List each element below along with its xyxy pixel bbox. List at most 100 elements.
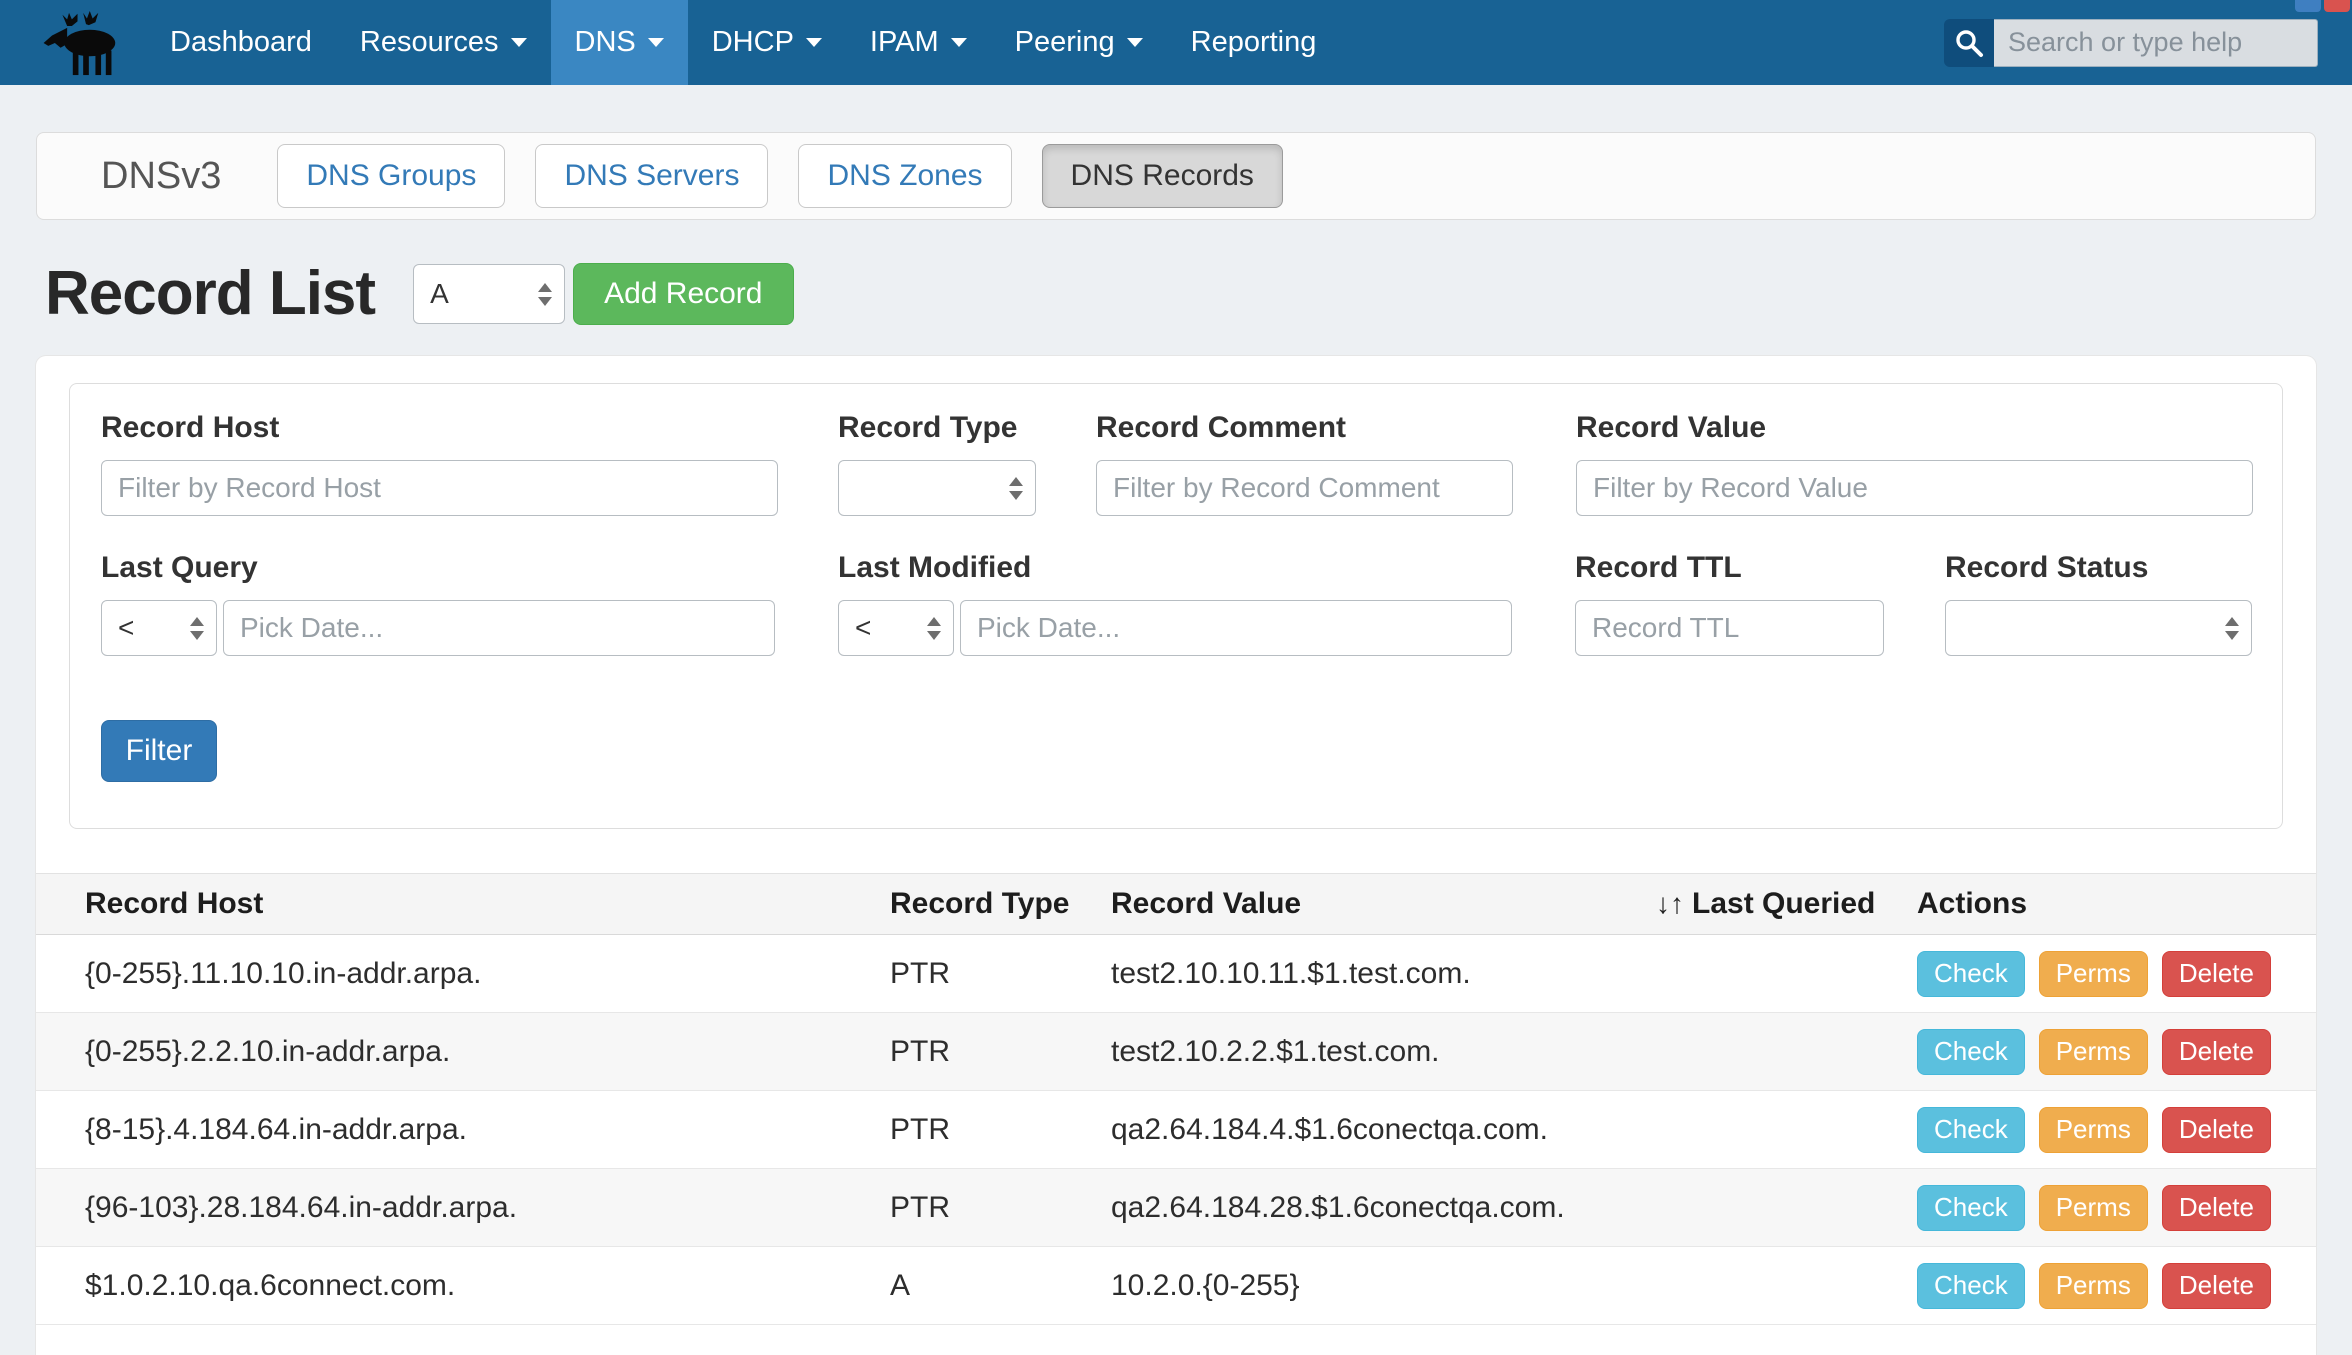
- perms-button[interactable]: Perms: [2039, 951, 2148, 997]
- nav-item-label: Reporting: [1191, 26, 1317, 59]
- tab-dns-zones[interactable]: DNS Zones: [798, 144, 1011, 208]
- cell-record-value: test2.10.2.2.$1.test.com.: [1111, 1035, 1656, 1069]
- subnav-title: DNSv3: [101, 155, 221, 198]
- filter-button[interactable]: Filter: [101, 720, 217, 782]
- record-value-filter-input[interactable]: [1576, 460, 2253, 516]
- clipped-red-badge: [2324, 0, 2350, 12]
- perms-button[interactable]: Perms: [2039, 1107, 2148, 1153]
- clipped-blue-badge: [2295, 0, 2321, 12]
- cell-record-value: qa2.64.184.4.$1.6conectqa.com.: [1111, 1113, 1656, 1147]
- add-record-button[interactable]: Add Record: [573, 263, 793, 325]
- cell-record-type: PTR: [890, 1035, 1111, 1069]
- last-query-operator-value: <: [118, 612, 134, 644]
- perms-button[interactable]: Perms: [2039, 1185, 2148, 1231]
- nav-item-peering[interactable]: Peering: [991, 0, 1167, 85]
- cell-actions: Check Perms Delete: [1917, 951, 2316, 997]
- search-icon[interactable]: [1944, 19, 1994, 67]
- delete-button[interactable]: Delete: [2162, 1263, 2271, 1309]
- caret-down-icon: [951, 38, 967, 47]
- nav-item-label: Dashboard: [170, 26, 312, 59]
- check-button[interactable]: Check: [1917, 1185, 2025, 1231]
- last-queried-header-label: Last Queried: [1692, 887, 1875, 921]
- record-ttl-label: Record TTL: [1575, 550, 1884, 586]
- cell-record-type: PTR: [890, 1113, 1111, 1147]
- record-value-label: Record Value: [1576, 410, 2253, 446]
- caret-down-icon: [648, 38, 664, 47]
- table-row: {0-255}.11.10.10.in-addr.arpa.PTRtest2.1…: [36, 935, 2316, 1013]
- cell-actions: Check Perms Delete: [1917, 1263, 2316, 1309]
- check-button[interactable]: Check: [1917, 1029, 2025, 1075]
- check-button[interactable]: Check: [1917, 1263, 2025, 1309]
- cell-record-host: {96-103}.28.184.64.in-addr.arpa.: [36, 1191, 890, 1225]
- nav-item-resources[interactable]: Resources: [336, 0, 551, 85]
- caret-down-icon: [511, 38, 527, 47]
- last-modified-operator-value: <: [855, 612, 871, 644]
- nav-item-reporting[interactable]: Reporting: [1167, 0, 1341, 85]
- col-header-actions: Actions: [1917, 887, 2316, 921]
- table-header-row: Record Host Record Type Record Value ↓↑ …: [36, 873, 2316, 935]
- cell-record-value: qa2.64.184.28.$1.6conectqa.com.: [1111, 1191, 1656, 1225]
- last-query-label: Last Query: [101, 550, 775, 586]
- delete-button[interactable]: Delete: [2162, 1185, 2271, 1231]
- cell-actions: Check Perms Delete: [1917, 1107, 2316, 1153]
- cell-record-value: 10.2.0.{0-255}: [1111, 1269, 1656, 1303]
- perms-button[interactable]: Perms: [2039, 1263, 2148, 1309]
- nav-item-label: DNS: [575, 26, 636, 59]
- table-row: {0-255}.2.2.10.in-addr.arpa.PTRtest2.10.…: [36, 1013, 2316, 1091]
- perms-button[interactable]: Perms: [2039, 1029, 2148, 1075]
- delete-button[interactable]: Delete: [2162, 1029, 2271, 1075]
- select-stepper-icon: [927, 617, 941, 640]
- record-type-select[interactable]: A: [413, 264, 565, 324]
- dns-tabs: DNS Groups DNS Servers DNS Zones DNS Record…: [277, 144, 1313, 208]
- delete-button[interactable]: Delete: [2162, 1107, 2271, 1153]
- records-table: Record Host Record Type Record Value ↓↑ …: [36, 873, 2316, 1325]
- tab-dns-servers[interactable]: DNS Servers: [535, 144, 768, 208]
- nav-item-ipam[interactable]: IPAM: [846, 0, 991, 85]
- cell-record-host: {0-255}.2.2.10.in-addr.arpa.: [36, 1035, 890, 1069]
- cell-record-type: PTR: [890, 957, 1111, 991]
- last-modified-date-input[interactable]: [960, 600, 1512, 656]
- nav-item-label: Peering: [1015, 26, 1115, 59]
- select-stepper-icon: [190, 617, 204, 640]
- nav-items: Dashboard Resources DNS DHCP IPAM Peering Repo…: [146, 0, 1340, 85]
- record-type-label: Record Type: [838, 410, 1036, 446]
- dns-subnav: DNSv3 DNS GroupsDNS ServersDNS ZonesDNS …: [36, 132, 2316, 220]
- check-button[interactable]: Check: [1917, 1107, 2025, 1153]
- nav-item-label: DHCP: [712, 26, 794, 59]
- cell-record-value: test2.10.10.11.$1.test.com.: [1111, 957, 1656, 991]
- nav-item-dashboard[interactable]: Dashboard: [146, 0, 336, 85]
- top-navbar: Dashboard Resources DNS DHCP IPAM Peering Repo…: [0, 0, 2352, 85]
- record-list-header: Record List A Add Record: [45, 262, 2352, 326]
- nav-item-dhcp[interactable]: DHCP: [688, 0, 846, 85]
- filter-panel: Record Host Record Type Record Comment R…: [69, 383, 2283, 829]
- sort-icon[interactable]: ↓↑: [1656, 889, 1684, 919]
- last-query-date-input[interactable]: [223, 600, 775, 656]
- record-ttl-input[interactable]: [1575, 600, 1884, 656]
- moose-logo-icon[interactable]: [38, 10, 134, 76]
- col-header-record-type: Record Type: [890, 887, 1111, 921]
- tab-dns-records[interactable]: DNS Records: [1042, 144, 1283, 208]
- check-button[interactable]: Check: [1917, 951, 2025, 997]
- select-stepper-icon: [2225, 617, 2239, 640]
- cell-record-type: PTR: [890, 1191, 1111, 1225]
- nav-item-label: Resources: [360, 26, 499, 59]
- col-header-last-queried[interactable]: ↓↑ Last Queried: [1656, 887, 1917, 921]
- cell-record-host: {0-255}.11.10.10.in-addr.arpa.: [36, 957, 890, 991]
- record-comment-filter-input[interactable]: [1096, 460, 1513, 516]
- caret-down-icon: [1127, 38, 1143, 47]
- cell-record-type: A: [890, 1269, 1111, 1303]
- tab-dns-groups[interactable]: DNS Groups: [277, 144, 505, 208]
- last-modified-operator-select[interactable]: <: [838, 600, 954, 656]
- search-group: [1944, 19, 2318, 67]
- record-status-label: Record Status: [1945, 550, 2252, 586]
- table-row: {8-15}.4.184.64.in-addr.arpa.PTRqa2.64.1…: [36, 1091, 2316, 1169]
- search-input[interactable]: [1994, 19, 2318, 67]
- record-host-filter-input[interactable]: [101, 460, 778, 516]
- last-modified-label: Last Modified: [838, 550, 1512, 586]
- last-query-operator-select[interactable]: <: [101, 600, 217, 656]
- record-status-select[interactable]: [1945, 600, 2252, 656]
- nav-item-dns[interactable]: DNS: [551, 0, 688, 85]
- table-body: {0-255}.11.10.10.in-addr.arpa.PTRtest2.1…: [36, 935, 2316, 1325]
- delete-button[interactable]: Delete: [2162, 951, 2271, 997]
- record-type-filter-select[interactable]: [838, 460, 1036, 516]
